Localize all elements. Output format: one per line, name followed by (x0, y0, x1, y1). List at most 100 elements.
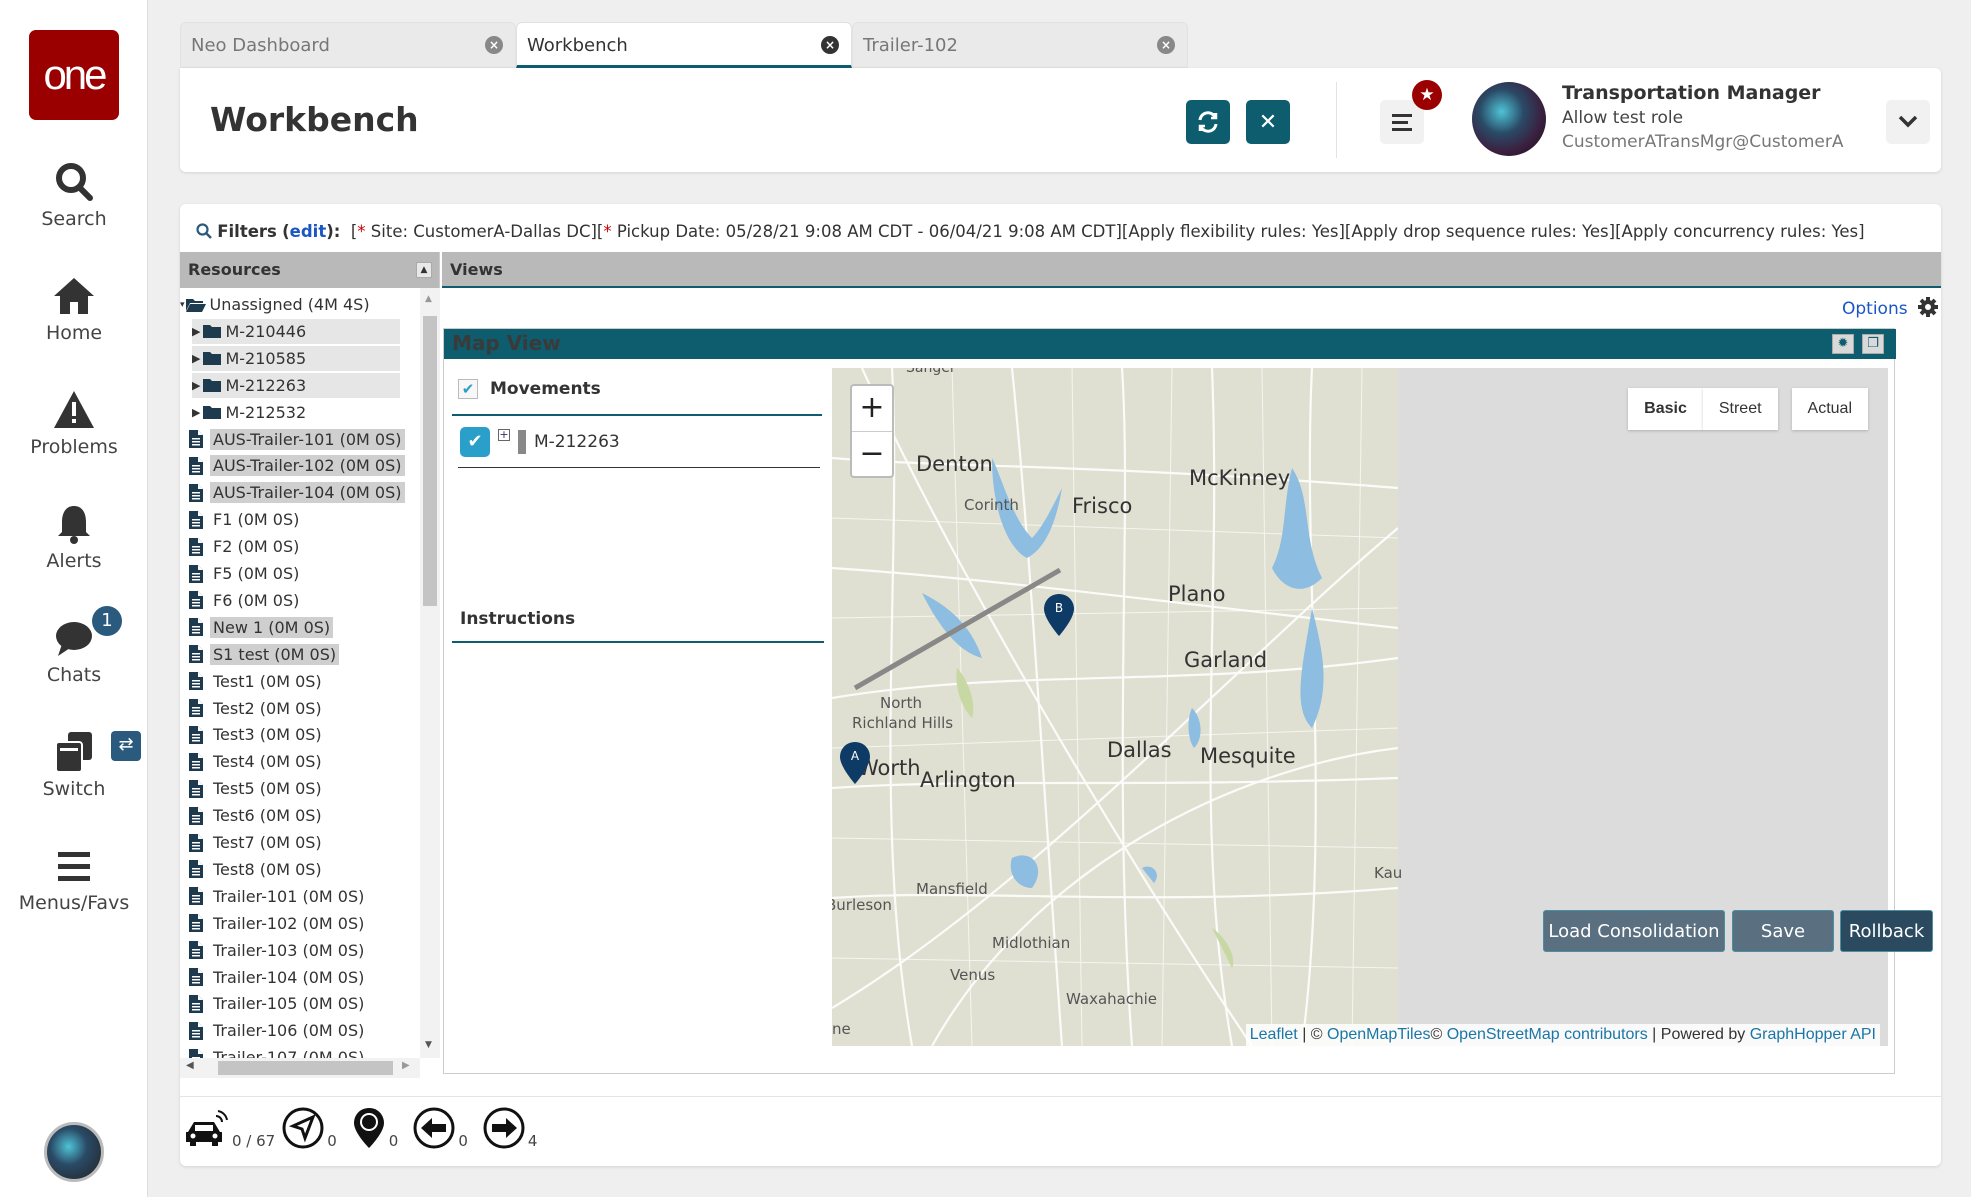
osm-link[interactable]: OpenStreetMap contributors (1447, 1026, 1648, 1043)
tree-item[interactable]: AUS-Trailer-101 (0M 0S) (188, 427, 405, 452)
tree-folder-m-210446[interactable]: ▶ M-210446 (192, 318, 400, 344)
tree-root-unassigned[interactable]: ▾ Unassigned (4M 4S) (180, 292, 373, 317)
folder-open-icon (185, 298, 206, 312)
tree-item[interactable]: Test6 (0M 0S) (188, 803, 325, 828)
vehicle-tracking-icon[interactable] (184, 1108, 230, 1150)
nav-home[interactable]: Home (0, 274, 148, 344)
tree-item[interactable]: Test1 (0M 0S) (188, 669, 325, 694)
city-label: Arlington (920, 768, 1016, 792)
favorites-star-icon[interactable]: ★ (1412, 80, 1442, 110)
avatar[interactable] (1472, 82, 1546, 156)
panel-restore-icon[interactable]: ❐ (1862, 334, 1884, 354)
collapse-up-icon[interactable]: ▲ (416, 262, 432, 278)
arrow-right-icon[interactable] (482, 1106, 526, 1150)
tree-item[interactable]: Test4 (0M 0S) (188, 749, 325, 774)
zoom-out-button[interactable]: − (852, 431, 892, 476)
tree-item[interactable]: Test7 (0M 0S) (188, 830, 325, 855)
tab-trailer-102[interactable]: Trailer-102 × (852, 22, 1188, 68)
resources-tree: ▾ Unassigned (4M 4S) ▶ M-210446 ▶ M-210585 ▶… (180, 288, 420, 1058)
location-pin-icon[interactable] (351, 1106, 387, 1150)
movement-checkbox[interactable]: ✔ (460, 427, 490, 457)
tree-item[interactable]: Trailer-106 (0M 0S) (188, 1018, 367, 1043)
tree-item[interactable]: Test2 (0M 0S) (188, 696, 325, 721)
tree-item[interactable]: AUS-Trailer-104 (0M 0S) (188, 480, 405, 505)
close-tab-icon[interactable]: × (485, 36, 503, 54)
movements-checkbox[interactable]: ✔ (458, 379, 478, 399)
marker-b[interactable]: B (1044, 594, 1074, 636)
nav-menus-favs[interactable]: Menus/Favs (0, 844, 148, 914)
load-consolidation-button[interactable]: Load Consolidation (1543, 910, 1725, 952)
map-tiles[interactable]: Sanger Denton McKinney Corinth Frisco Pl… (832, 368, 1402, 1046)
openmaptiles-link[interactable]: OpenMapTiles (1327, 1026, 1430, 1043)
tree-item[interactable]: Test5 (0M 0S) (188, 776, 325, 801)
nav-alerts[interactable]: Alerts (0, 502, 148, 572)
caret-right-icon[interactable]: ▶ (192, 379, 200, 392)
scrollbar-thumb[interactable] (423, 316, 437, 606)
nav-chats[interactable]: Chats (0, 616, 148, 686)
nav-problems[interactable]: Problems (0, 388, 148, 458)
nav-search[interactable]: Search (0, 160, 148, 230)
layer-basic-button[interactable]: Basic (1628, 388, 1703, 430)
caret-right-icon[interactable]: ▶ (192, 352, 200, 365)
tree-folder-m-212532[interactable]: ▶ M-212532 (192, 400, 400, 425)
options-link[interactable]: Options (1842, 296, 1939, 319)
caret-right-icon[interactable]: ▶ (192, 406, 200, 419)
map[interactable]: Sanger Denton McKinney Corinth Frisco Pl… (832, 368, 1888, 1046)
tree-item[interactable]: Trailer-104 (0M 0S) (188, 965, 367, 990)
caret-right-icon[interactable]: ▶ (192, 325, 200, 338)
navigation-icon[interactable] (281, 1106, 325, 1150)
panel-settings-icon[interactable]: ✹ (1832, 334, 1854, 354)
close-tab-icon[interactable]: × (1157, 36, 1175, 54)
tree-item[interactable]: F2 (0M 0S) (188, 534, 302, 559)
tree-item[interactable]: F6 (0M 0S) (188, 588, 302, 613)
leaflet-link[interactable]: Leaflet (1250, 1026, 1298, 1043)
scroll-left-icon[interactable]: ◀ (186, 1060, 194, 1071)
close-button[interactable]: ✕ (1246, 100, 1290, 144)
graphhopper-link[interactable]: GraphHopper API (1750, 1026, 1876, 1043)
layer-street-button[interactable]: Street (1702, 388, 1778, 430)
tree-item[interactable]: Trailer-105 (0M 0S) (188, 991, 367, 1016)
scroll-up-icon[interactable]: ▲ (425, 294, 432, 304)
zoom-in-button[interactable]: + (852, 386, 892, 431)
document-icon (189, 887, 203, 906)
switch-arrows-icon[interactable]: ⇄ (111, 731, 141, 761)
resources-horizontal-scrollbar[interactable]: ◀ ▶ (180, 1058, 420, 1078)
scroll-right-icon[interactable]: ▶ (402, 1060, 410, 1071)
tree-item[interactable]: New 1 (0M 0S) (188, 615, 334, 640)
tree-item[interactable]: F1 (0M 0S) (188, 507, 302, 532)
tab-workbench[interactable]: Workbench × (516, 22, 852, 68)
arrow-left-icon[interactable] (412, 1106, 456, 1150)
resources-vertical-scrollbar[interactable]: ▲ ▼ (420, 288, 440, 1058)
tab-neo-dashboard[interactable]: Neo Dashboard × (180, 22, 516, 68)
rollback-button[interactable]: Rollback (1840, 910, 1933, 952)
document-icon (189, 806, 203, 825)
filters-edit-link[interactable]: edit (290, 222, 327, 241)
tree-label: Test5 (0M 0S) (213, 779, 322, 799)
tree-item[interactable]: Trailer-102 (0M 0S) (188, 911, 367, 936)
tree-item[interactable]: Trailer-107 (0M 0S) (188, 1045, 367, 1058)
user-dropdown-button[interactable] (1886, 100, 1930, 144)
tree-item[interactable]: Test3 (0M 0S) (188, 722, 325, 747)
tree-item[interactable]: Trailer-101 (0M 0S) (188, 884, 367, 909)
document-icon (189, 914, 203, 933)
movement-row[interactable]: ✔ + M-212263 (460, 427, 620, 457)
tree-folder-m-210585[interactable]: ▶ M-210585 (192, 345, 400, 371)
tree-item[interactable]: S1 test (0M 0S) (188, 642, 340, 667)
tree-item[interactable]: F5 (0M 0S) (188, 561, 302, 586)
marker-a[interactable]: A (840, 742, 870, 784)
movement-color-swatch (518, 430, 526, 454)
logo[interactable]: one (29, 30, 119, 120)
scroll-down-icon[interactable]: ▼ (425, 1040, 432, 1050)
tree-item[interactable]: Test8 (0M 0S) (188, 857, 325, 882)
tree-folder-m-212263[interactable]: ▶ M-212263 (192, 372, 400, 398)
marker-label: B (1055, 601, 1063, 615)
expand-plus-icon[interactable]: + (498, 429, 510, 441)
layer-actual-button[interactable]: Actual (1791, 388, 1868, 430)
close-tab-icon[interactable]: × (821, 36, 839, 54)
tree-item[interactable]: AUS-Trailer-102 (0M 0S) (188, 453, 405, 478)
tree-item[interactable]: Trailer-103 (0M 0S) (188, 938, 367, 963)
bottom-avatar[interactable] (44, 1122, 104, 1182)
scrollbar-thumb[interactable] (218, 1061, 393, 1075)
refresh-button[interactable] (1186, 100, 1230, 144)
save-button[interactable]: Save (1732, 910, 1834, 952)
